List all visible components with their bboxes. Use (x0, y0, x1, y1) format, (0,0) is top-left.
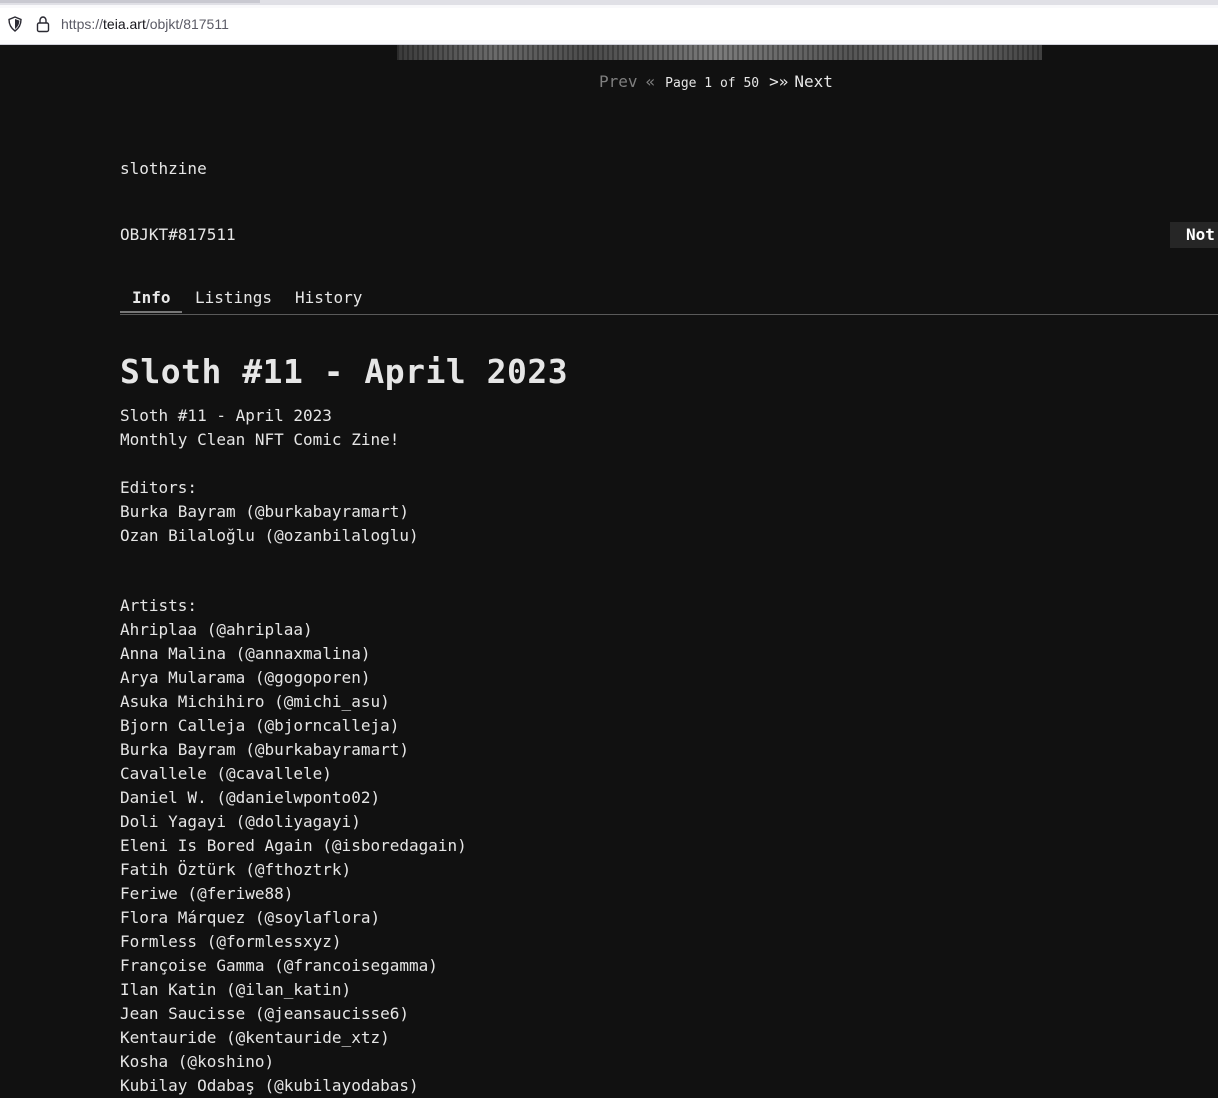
lock-icon[interactable] (35, 15, 51, 33)
shield-icon[interactable] (7, 16, 23, 32)
artist-item: Doli Yagayi (@doliyagayi) (120, 812, 361, 831)
artist-item: Françoise Gamma (@francoisegamma) (120, 956, 438, 975)
prev-arrow-icon[interactable]: « (646, 72, 656, 91)
pagination: Prev « Page 1 of 50 >» Next (599, 72, 833, 91)
url-domain: teia.art (103, 16, 146, 32)
url-path: /objkt/817511 (145, 16, 229, 32)
active-tab-indicator (120, 311, 182, 313)
artist-item: Ahriplaa (@ahriplaa) (120, 620, 313, 639)
editor-item: Burka Bayram (@burkabayramart) (120, 502, 409, 521)
artist-item: Anna Malina (@annaxmalina) (120, 644, 371, 663)
artist-item: Asuka Michihiro (@michi_asu) (120, 692, 390, 711)
tab-info[interactable]: Info (132, 288, 171, 307)
artist-item: Daniel W. (@danielwponto02) (120, 788, 381, 807)
address-bar[interactable]: https://teia.art/objkt/817511 (0, 8, 1218, 40)
tab-strip (0, 0, 1218, 5)
description-line: Sloth #11 - April 2023 (120, 406, 332, 425)
editor-item: Ozan Bilaloğlu (@ozanbilaloglu) (120, 526, 419, 545)
objkt-description: Sloth #11 - April 2023 Monthly Clean NFT… (120, 404, 1210, 1098)
objkt-id: OBJKT#817511 (120, 225, 236, 244)
artist-item: Eleni Is Bored Again (@isboredagain) (120, 836, 467, 855)
browser-toolbar: https://teia.art/objkt/817511 (0, 0, 1218, 45)
artist-item: Arya Mularama (@gogoporen) (120, 668, 371, 687)
tab-listings[interactable]: Listings (195, 288, 272, 307)
artist-item: Jean Saucisse (@jeansaucisse6) (120, 1004, 409, 1023)
artist-item: Ilan Katin (@ilan_katin) (120, 980, 352, 999)
collection-name[interactable]: slothzine (120, 159, 207, 178)
artist-item: Bjorn Calleja (@bjorncalleja) (120, 716, 400, 735)
artist-item: Fatih Öztürk (@fthoztrk) (120, 860, 352, 879)
artist-item: Cavallele (@cavallele) (120, 764, 332, 783)
description-line: Monthly Clean NFT Comic Zine! (120, 430, 400, 449)
page-indicator: Page 1 of 50 (665, 76, 760, 91)
next-page-link[interactable]: Next (794, 72, 833, 91)
artist-item: Formless (@formlessxyz) (120, 932, 342, 951)
artist-item: Kentauride (@kentauride_xtz) (120, 1028, 390, 1047)
artist-item: Flora Márquez (@soylaflora) (120, 908, 381, 927)
url-scheme: https:// (61, 16, 104, 32)
prev-page-link[interactable]: Prev (599, 72, 638, 91)
artists-heading: Artists: (120, 596, 198, 615)
browser-tab[interactable] (0, 0, 260, 3)
next-arrow-icon[interactable]: >» (769, 72, 788, 91)
artist-item: Burka Bayram (@burkabayramart) (120, 740, 409, 759)
objkt-tabs: Info Listings History (120, 284, 1218, 315)
url-text[interactable]: https://teia.art/objkt/817511 (61, 16, 229, 32)
objkt-title: Sloth #11 - April 2023 (120, 352, 569, 391)
artist-item: Feriwe (@feriwe88) (120, 884, 294, 903)
status-badge: Not (1170, 222, 1218, 248)
editors-heading: Editors: (120, 478, 198, 497)
artwork-preview-image (397, 45, 1042, 60)
artist-item: Kubilay Odabaş (@kubilayodabas) (120, 1076, 419, 1095)
artist-item: Kosha (@koshino) (120, 1052, 275, 1071)
tab-history[interactable]: History (295, 288, 362, 307)
